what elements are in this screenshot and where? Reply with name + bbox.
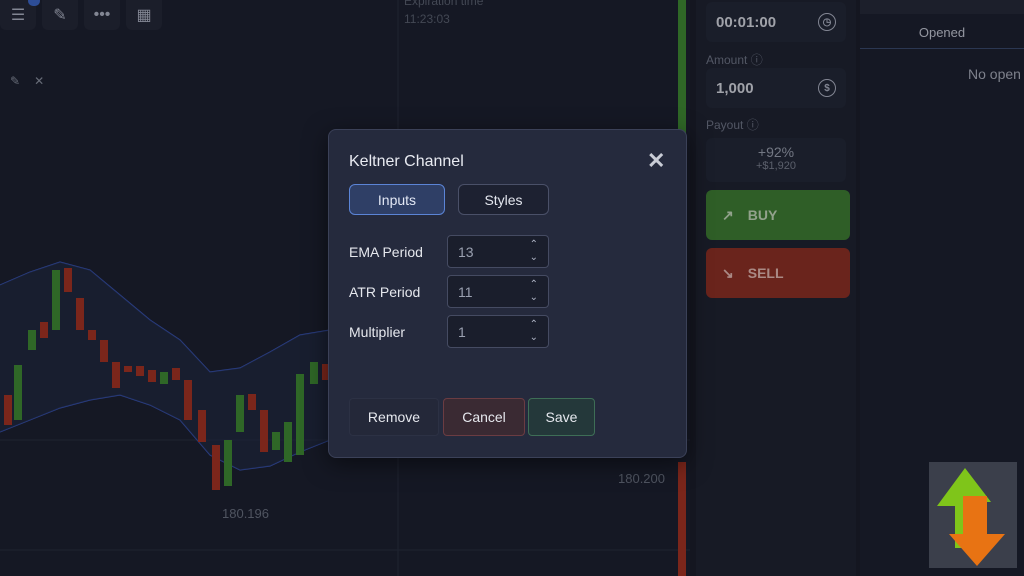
close-icon[interactable]: ✕ xyxy=(647,148,665,174)
stepper-arrows-icon[interactable]: ⌃ ⌄ xyxy=(530,318,538,344)
tab-styles[interactable]: Styles xyxy=(458,184,549,215)
cancel-button[interactable]: Cancel xyxy=(443,398,525,436)
atr-period-label: ATR Period xyxy=(349,284,421,300)
indicator-settings-dialog: Keltner Channel ✕ Inputs Styles EMA Peri… xyxy=(328,129,687,458)
dialog-title: Keltner Channel xyxy=(349,153,464,170)
ema-period-value: 13 xyxy=(458,244,474,260)
up-down-arrows-logo xyxy=(929,462,1017,568)
save-button[interactable]: Save xyxy=(528,398,595,436)
stepper-arrows-icon[interactable]: ⌃ ⌄ xyxy=(530,278,538,304)
multiplier-value: 1 xyxy=(458,324,466,340)
multiplier-input[interactable]: 1 ⌃ ⌄ xyxy=(447,315,549,348)
atr-period-value: 11 xyxy=(458,284,473,300)
stepper-arrows-icon[interactable]: ⌃ ⌄ xyxy=(530,238,538,264)
multiplier-label: Multiplier xyxy=(349,324,406,340)
ema-period-input[interactable]: 13 ⌃ ⌄ xyxy=(447,235,549,268)
logo-arrows-icon xyxy=(937,468,1005,566)
ema-period-label: EMA Period xyxy=(349,244,423,260)
tab-inputs[interactable]: Inputs xyxy=(349,184,445,215)
atr-period-input[interactable]: 11 ⌃ ⌄ xyxy=(447,275,549,308)
remove-button[interactable]: Remove xyxy=(349,398,439,436)
